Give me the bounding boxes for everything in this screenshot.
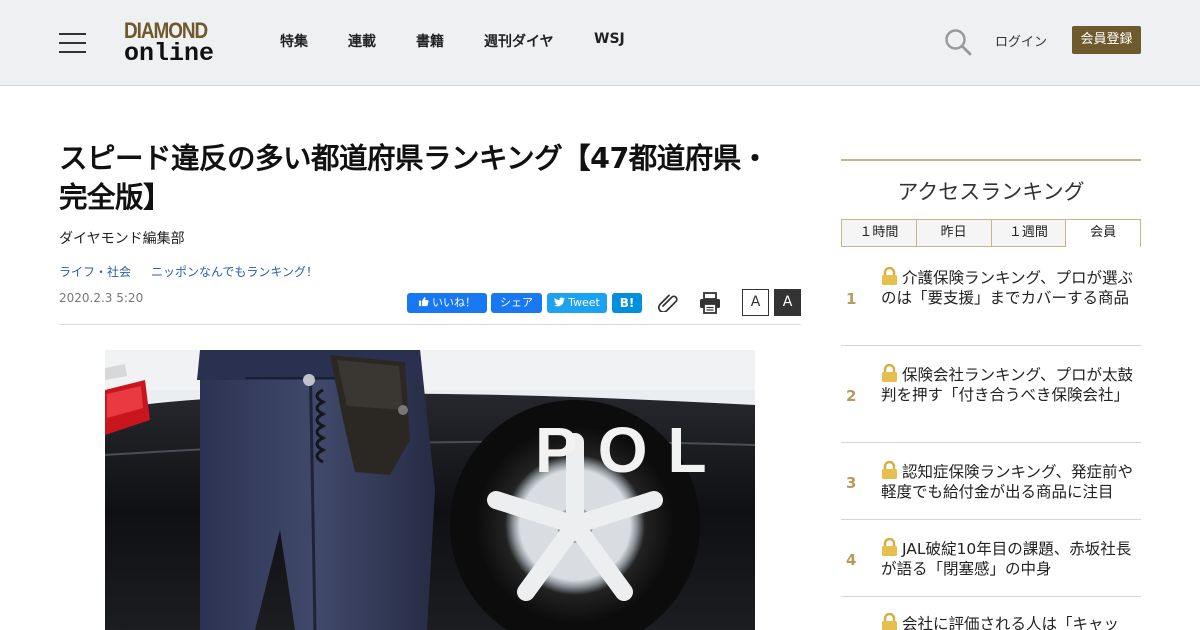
rank-title: JAL破綻10年目の課題、赤坂社長が語る「閉塞感」の中身 (881, 538, 1139, 579)
logo-bottom-text: online (124, 39, 215, 68)
nav-weekly-diamond[interactable]: 週刊ダイヤ (484, 31, 554, 51)
tweet-button[interactable]: Tweet (547, 293, 607, 313)
nav-books[interactable]: 書籍 (416, 31, 444, 51)
police-photo: POL (105, 350, 755, 630)
meta-divider (59, 324, 801, 325)
sidebar-top-rule (841, 159, 1141, 161)
facebook-share-button[interactable]: シェア (491, 293, 542, 313)
tab-members[interactable]: 会員 (1065, 219, 1141, 247)
access-ranking-title: アクセスランキング (897, 180, 1085, 204)
nav-series[interactable]: 連載 (348, 31, 376, 51)
facebook-like-button[interactable]: いいね！ (407, 293, 487, 313)
rank-title-text: 保険会社ランキング、プロが太鼓判を押す「付き合うべき保険会社」 (881, 366, 1133, 404)
thumbs-up-icon (418, 297, 429, 307)
photo-pol-text: POL (535, 414, 727, 486)
paperclip-icon[interactable] (658, 292, 680, 312)
lock-icon (882, 461, 897, 479)
lock-icon (882, 267, 897, 285)
tab-yesterday[interactable]: 昨日 (915, 219, 991, 247)
ranking-item[interactable]: 1 介護保険ランキング、プロが選ぶのは「要支援」までカバーする商品 (841, 257, 1141, 346)
article-author[interactable]: ダイヤモンド編集部 (59, 228, 185, 248)
rank-number: 2 (846, 387, 857, 405)
tab-1-hour[interactable]: １時間 (841, 219, 916, 247)
lock-icon (882, 364, 897, 382)
rank-title: 保険会社ランキング、プロが太鼓判を押す「付き合うべき保険会社」 (881, 364, 1139, 405)
rank-title: 認知症保険ランキング、発症前や軽度でも給付金が出る商品に注目 (881, 461, 1139, 502)
rank-title: 会社に評価される人は「キャッ (881, 613, 1139, 630)
article-title: スピード違反の多い都道府県ランキング【47都道府県・完全版】 (59, 142, 769, 214)
login-link[interactable]: ログイン (995, 31, 1047, 50)
rank-title: 介護保険ランキング、プロが選ぶのは「要支援」までカバーする商品 (881, 267, 1139, 308)
rank-title-text: 会社に評価される人は「キャッ (902, 615, 1120, 630)
tweet-label: Tweet (568, 296, 600, 309)
menu-icon[interactable] (59, 31, 86, 53)
rank-title-text: JAL破綻10年目の課題、赤坂社長が語る「閉塞感」の中身 (881, 540, 1132, 578)
nav-wsj[interactable]: WSJ (594, 31, 625, 51)
twitter-bird-icon (554, 297, 566, 307)
ranking-item[interactable]: 4 JAL破綻10年目の課題、赤坂社長が語る「閉塞感」の中身 (841, 520, 1141, 597)
rank-number: 3 (846, 474, 857, 492)
like-label: いいね！ (432, 296, 476, 309)
hatena-bookmark-button[interactable]: B! (612, 293, 642, 313)
search-icon[interactable] (944, 28, 972, 56)
lock-icon (882, 538, 897, 556)
rank-number: 1 (846, 290, 857, 308)
font-size-large-button[interactable]: A (774, 289, 801, 316)
register-button[interactable]: 会員登録 (1072, 26, 1141, 54)
print-icon[interactable] (699, 292, 721, 314)
ranking-item[interactable]: 会社に評価される人は「キャッ (841, 597, 1141, 630)
font-size-normal-button[interactable]: A (742, 289, 769, 316)
site-logo[interactable]: DIAMOND online (124, 19, 228, 67)
ranking-tabs: １時間 昨日 １週間 会員 (841, 219, 1141, 247)
ranking-item[interactable]: 2 保険会社ランキング、プロが太鼓判を押す「付き合うべき保険会社」 (841, 346, 1141, 443)
rank-title-text: 介護保険ランキング、プロが選ぶのは「要支援」までカバーする商品 (881, 269, 1133, 307)
ranking-item[interactable]: 3 認知症保険ランキング、発症前や軽度でも給付金が出る商品に注目 (841, 443, 1141, 520)
tabs-underline (841, 246, 1066, 247)
category-link-ranking[interactable]: ニッポンなんでもランキング！ (151, 263, 318, 280)
rank-number: 4 (846, 551, 857, 569)
site-header: DIAMOND online 特集 連載 書籍 週刊ダイヤ WSJ ログイン 会… (0, 0, 1200, 86)
article-hero-image: POL (105, 350, 755, 630)
category-link-life[interactable]: ライフ・社会 (59, 263, 131, 280)
rank-title-text: 認知症保険ランキング、発症前や軽度でも給付金が出る商品に注目 (881, 463, 1133, 501)
lock-icon (882, 613, 897, 630)
tab-1-week[interactable]: １週間 (990, 219, 1066, 247)
publish-date: 2020.2.3 5:20 (59, 291, 144, 305)
nav-feature[interactable]: 特集 (280, 31, 308, 51)
